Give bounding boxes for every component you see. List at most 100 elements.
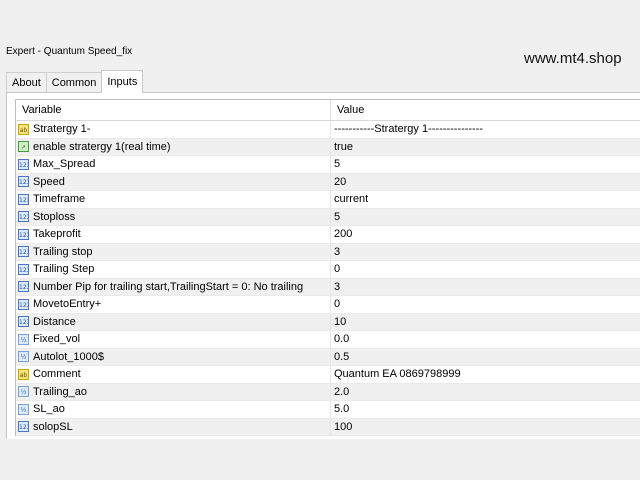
table-row[interactable]: 123 Takeprofit 200 [16,226,640,244]
table-row[interactable]: ½ SL_ao 5.0 [16,401,640,419]
variable-cell: ½ Autolot_1000$ [16,348,331,365]
variable-cell: 123 Number Pip for trailing start,Trailin… [16,278,331,295]
variable-name: Fixed_vol [33,333,81,345]
value-cell[interactable]: true [331,139,353,156]
int-icon: 123 [18,211,29,223]
variable-cell: ½ SL_ao [16,401,331,418]
variable-cell: 123 Max_Spread [16,156,331,173]
watermark: www.mt4.shop [524,50,622,67]
table-row[interactable]: 123 Speed 20 [16,173,640,191]
value-cell[interactable]: 20 [331,174,346,191]
value-cell[interactable]: 10 [331,314,346,331]
variable-name: Number Pip for trailing start,TrailingSt… [33,280,304,293]
variable-cell: 123 Distance [16,313,331,330]
title-bar: Expert - Quantum Speed_fix www.mt4.shop [0,0,640,70]
table-body: ab Stratergy 1- -----------Stratergy 1----… [16,121,640,436]
table-row[interactable]: ↗ enable stratergy 1(real time) true [16,138,640,156]
variable-name: Trailing Step [33,263,95,275]
int-icon: 123 [18,298,29,310]
table-row[interactable]: 123 MovetoEntry+ 0 [16,296,640,314]
variable-cell: ½ Fixed_vol [16,331,331,348]
value-cell[interactable]: 0.0 [331,331,349,348]
variable-cell: ½ Trailing_ao [16,383,331,400]
variable-cell: 123 solopSL [16,418,331,435]
variable-cell: ab Comment [16,366,331,383]
value-cell[interactable]: 0.5 [331,349,349,366]
variable-cell: 123 Speed [16,173,331,190]
int-icon: 123 [18,158,29,170]
table-row[interactable]: 123 Trailing stop 3 [16,243,640,261]
variable-name: Timeframe [33,193,86,205]
double-icon: ½ [18,403,29,415]
int-icon: 123 [18,421,29,433]
table-row[interactable]: 123 Timeframe current [16,191,640,209]
value-cell[interactable]: Quantum EA 0869798999 [331,366,461,383]
variable-cell: 123 MovetoEntry+ [16,296,331,313]
column-header-variable[interactable]: Variable [16,100,331,120]
table-row[interactable]: 123 Number Pip for trailing start,Trailin… [16,278,640,296]
table-row[interactable]: ab Stratergy 1- -----------Stratergy 1----… [16,121,640,139]
window-title: Expert - Quantum Speed_fix [6,46,133,57]
value-cell[interactable]: 2.0 [331,384,349,401]
int-icon: 123 [18,228,29,240]
table-row[interactable]: 123 Trailing Step 0 [16,261,640,279]
value-cell[interactable]: 5 [331,209,340,226]
value-cell[interactable]: current [331,191,368,208]
tab-inputs[interactable]: Inputs [101,70,144,93]
int-icon: 123 [18,263,29,275]
inputs-panel: Variable Value ab Stratergy 1- -----------… [6,92,640,439]
variable-cell: 123 Takeprofit [16,226,331,243]
variable-name: enable stratergy 1(real time) [33,140,171,153]
inputs-table: Variable Value ab Stratergy 1- -----------… [15,99,640,436]
value-cell[interactable]: 5 [331,156,340,173]
variable-name: solopSL [33,420,73,433]
variable-name: Takeprofit [33,228,81,240]
value-cell[interactable]: 200 [331,226,352,243]
variable-name: Stoploss [33,210,76,223]
string-icon: ab [18,123,29,135]
variable-name: SL_ao [33,403,65,415]
bool-icon: ↗ [18,141,29,153]
variable-name: Speed [33,175,65,188]
double-icon: ½ [18,333,29,345]
tab-common[interactable]: Common [45,72,103,93]
table-row[interactable]: 123 Distance 10 [16,313,640,331]
int-icon: 123 [18,176,29,188]
table-row[interactable]: ab Comment Quantum EA 0869798999 [16,366,640,384]
int-icon: 123 [18,281,29,293]
value-cell[interactable]: 0 [331,296,340,313]
double-icon: ½ [18,351,29,363]
tab-about[interactable]: About [6,72,47,93]
variable-name: Stratergy 1- [33,123,91,135]
variable-name: Max_Spread [33,158,96,170]
variable-cell: ab Stratergy 1- [16,121,331,138]
table-row[interactable]: ½ Fixed_vol 0.0 [16,331,640,349]
value-cell[interactable]: 3 [331,279,340,296]
variable-cell: ↗ enable stratergy 1(real time) [16,138,331,155]
variable-name: MovetoEntry+ [33,298,102,310]
string-icon: ab [18,368,29,380]
variable-cell: 123 Trailing Step [16,261,331,278]
variable-name: Comment [33,368,81,380]
value-cell[interactable]: 3 [331,244,340,261]
int-icon: 123 [18,316,29,328]
variable-cell: 123 Timeframe [16,191,331,208]
table-header: Variable Value [16,100,640,121]
value-cell[interactable]: 5.0 [331,401,349,418]
int-icon: 123 [18,246,29,258]
variable-cell: 123 Stoploss [16,208,331,225]
table-row[interactable]: 123 Max_Spread 5 [16,156,640,174]
variable-name: Trailing_ao [33,385,88,398]
variable-name: Distance [33,315,76,328]
variable-cell: 123 Trailing stop [16,243,331,260]
table-row[interactable]: 123 Stoploss 5 [16,208,640,226]
value-cell[interactable]: -----------Stratergy 1--------------- [331,121,483,138]
value-cell[interactable]: 100 [331,419,352,436]
table-row[interactable]: 123 solopSL 100 [16,418,640,436]
value-cell[interactable]: 0 [331,261,340,278]
table-row[interactable]: ½ Trailing_ao 2.0 [16,383,640,401]
column-header-value[interactable]: Value [331,100,364,120]
variable-name: Trailing stop [33,245,93,258]
variable-name: Autolot_1000$ [33,350,104,363]
table-row[interactable]: ½ Autolot_1000$ 0.5 [16,348,640,366]
